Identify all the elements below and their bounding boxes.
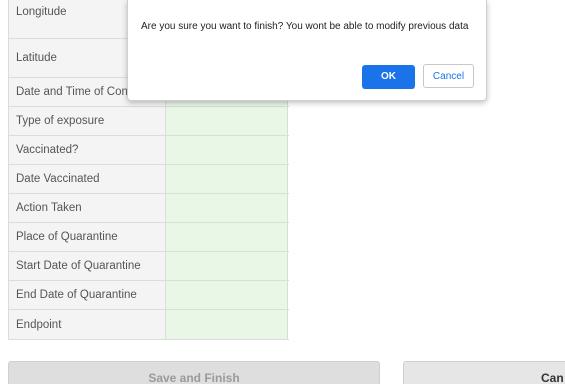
- end-date-quarantine-field[interactable]: [166, 281, 288, 309]
- table-row: Date Vaccinated: [8, 165, 289, 194]
- row-label-date-vaccinated: Date Vaccinated: [8, 165, 166, 193]
- row-label-type-of-exposure: Type of exposure: [8, 107, 166, 135]
- row-label-end-date-quarantine: End Date of Quarantine: [8, 281, 166, 309]
- start-date-quarantine-field[interactable]: [166, 252, 288, 280]
- dialog-message: Are you sure you want to finish? You won…: [141, 21, 469, 32]
- table-row: Start Date of Quarantine: [8, 252, 289, 281]
- table-row: Type of exposure: [8, 107, 289, 136]
- row-label-vaccinated: Vaccinated?: [8, 136, 166, 164]
- date-vaccinated-field[interactable]: [166, 165, 288, 193]
- table-row: End Date of Quarantine: [8, 281, 289, 310]
- table-row: Action Taken: [8, 194, 289, 223]
- row-label-start-date-quarantine: Start Date of Quarantine: [8, 252, 166, 280]
- row-label-action-taken: Action Taken: [8, 194, 166, 222]
- type-of-exposure-field[interactable]: [166, 107, 288, 135]
- table-row: Endpoint: [8, 310, 289, 340]
- page: Longitude Latitude Date and Time of Cont…: [0, 0, 565, 384]
- row-label-place-of-quarantine: Place of Quarantine: [8, 223, 166, 251]
- vaccinated-field[interactable]: [166, 136, 288, 164]
- cancel-button[interactable]: Can: [403, 361, 565, 384]
- table-row: Place of Quarantine: [8, 223, 289, 252]
- dialog-ok-button[interactable]: OK: [362, 65, 415, 89]
- row-label-endpoint: Endpoint: [8, 310, 166, 339]
- endpoint-field[interactable]: [166, 310, 288, 339]
- place-of-quarantine-field[interactable]: [166, 223, 288, 251]
- save-and-finish-button[interactable]: Save and Finish: [8, 361, 380, 384]
- confirm-dialog: Are you sure you want to finish? You won…: [127, 0, 487, 101]
- dialog-cancel-button[interactable]: Cancel: [423, 64, 474, 88]
- action-taken-field[interactable]: [166, 194, 288, 222]
- table-row: Vaccinated?: [8, 136, 289, 165]
